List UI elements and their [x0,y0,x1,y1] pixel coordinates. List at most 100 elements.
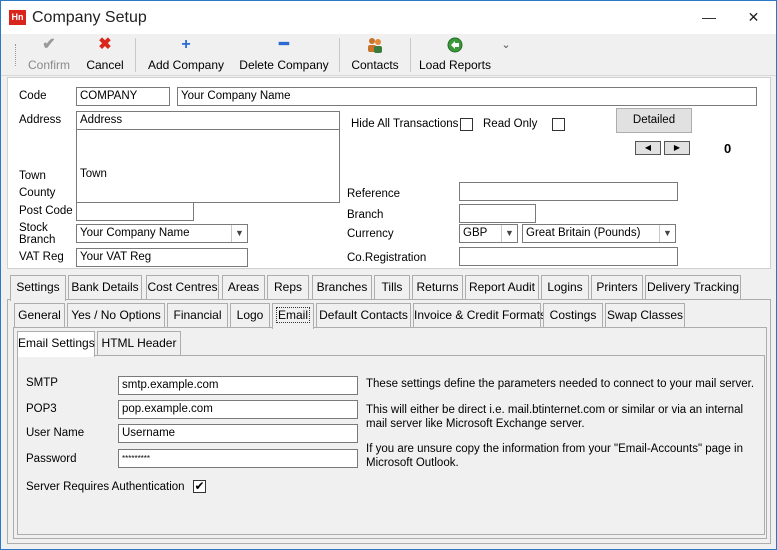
smtp-field[interactable]: smtp.example.com [118,376,358,395]
county-label: County [19,187,56,199]
company-details-form: Code COMPANY Your Company Name Address A… [7,77,771,269]
add-company-button[interactable]: + Add Company [143,36,229,74]
tab-financial[interactable]: Financial [167,303,228,327]
postcode-label: Post Code [19,205,73,217]
tab-cost-centres[interactable]: Cost Centres [146,275,219,299]
company-setup-window: Hn Company Setup — ✕ ✔ Confirm ✖ Cancel … [0,0,777,550]
tab-general[interactable]: General [14,303,65,327]
tab-costings[interactable]: Costings [543,303,603,327]
tab-bank-details[interactable]: Bank Details [68,275,142,299]
chevron-down-icon: ▼ [501,225,517,242]
code-label: Code [19,90,47,102]
minus-icon: ━ [279,36,289,53]
town-field[interactable]: Town [76,166,340,185]
settings-tab-strip: General Yes / No Options Financial Logo … [7,303,767,329]
password-label: Password [26,453,77,465]
vat-reg-label: VAT Reg [19,251,64,263]
reports-icon [415,36,495,54]
main-tab-strip: Settings Bank Details Cost Centres Areas… [7,275,771,301]
pop3-field[interactable]: pop.example.com [118,400,358,419]
address-label: Address [19,114,62,126]
co-registration-field[interactable] [459,247,678,266]
pop3-help-text: This will either be direct i.e. mail.bti… [366,404,744,430]
reference-field[interactable] [459,182,678,201]
address-line-3-field[interactable] [76,148,340,167]
detailed-button[interactable]: Detailed [616,108,692,133]
smtp-label: SMTP [26,377,58,389]
address-line-1-field[interactable]: Address [76,111,340,130]
minimize-button[interactable]: — [688,1,730,33]
tab-tills[interactable]: Tills [374,275,410,299]
stock-branch-select[interactable]: Your Company Name ▼ [76,224,248,243]
email-tab-strip: Email Settings HTML Header [7,331,757,357]
read-only-checkbox[interactable] [552,118,565,131]
load-reports-button[interactable]: Load Reports [415,36,495,74]
username-field[interactable]: Username [118,424,358,443]
branch-field[interactable] [459,204,536,223]
branch-label: Branch [347,209,384,221]
outlook-help-text: If you are unsure copy the information f… [366,443,743,469]
cancel-button[interactable]: ✖ Cancel [83,36,127,74]
next-record-button[interactable]: ▶ [664,141,690,155]
previous-record-button[interactable]: ◀ [635,141,661,155]
username-label: User Name [26,427,85,439]
confirm-button[interactable]: ✔ Confirm [25,36,73,74]
tab-settings[interactable]: Settings [10,275,66,301]
title-bar: Hn Company Setup — ✕ [1,1,776,34]
toolbar-separator [135,38,136,72]
stock-branch-label: Stock Branch [19,222,56,246]
town-label: Town [19,170,46,182]
co-registration-label: Co.Registration [347,252,427,264]
smtp-help-text: These settings define the parameters nee… [366,378,755,390]
close-button[interactable]: ✕ [731,1,776,33]
reference-label: Reference [347,188,401,200]
email-settings-content: SMTP smtp.example.com POP3 pop.example.c… [17,355,765,535]
hide-all-transactions-label: Hide All Transactions [351,118,459,130]
tab-printers[interactable]: Printers [591,275,643,299]
delete-company-button[interactable]: ━ Delete Company [235,36,333,74]
postcode-field[interactable] [76,202,194,221]
contacts-icon [345,36,405,54]
cross-icon: ✖ [98,36,112,53]
tab-email-settings[interactable]: Email Settings [17,331,95,357]
toolbar-grip[interactable] [15,44,17,66]
toolbar-separator [339,38,340,72]
tab-branches[interactable]: Branches [312,275,372,299]
currency-label: Currency [347,228,394,240]
currency-code-select[interactable]: GBP ▼ [459,224,518,243]
tab-default-contacts[interactable]: Default Contacts [316,303,411,327]
currency-name-select[interactable]: Great Britain (Pounds) ▼ [522,224,676,243]
code-field[interactable]: COMPANY [76,87,170,106]
company-name-field[interactable]: Your Company Name [177,87,757,106]
tab-email[interactable]: Email [272,303,314,329]
tab-logins[interactable]: Logins [541,275,589,299]
tab-logo[interactable]: Logo [230,303,270,327]
hide-all-transactions-checkbox[interactable] [460,118,473,131]
toolbar-overflow-chevron-icon[interactable]: ⌄ [499,36,513,74]
address-line-2-field[interactable] [76,130,340,149]
checkmark-icon: ✔ [42,36,56,53]
tab-areas[interactable]: Areas [222,275,265,299]
tab-reps[interactable]: Reps [267,275,309,299]
tab-delivery-tracking[interactable]: Delivery Tracking [645,275,741,299]
server-auth-label: Server Requires Authentication [26,481,185,493]
chevron-down-icon: ▼ [231,225,247,242]
toolbar: ✔ Confirm ✖ Cancel + Add Company ━ Delet… [1,34,776,76]
county-field[interactable] [76,184,340,203]
app-logo-icon: Hn [9,10,26,25]
vat-reg-field[interactable]: Your VAT Reg [76,248,248,267]
window-title: Company Setup [32,9,147,26]
password-field[interactable]: ********* [118,449,358,468]
tab-html-header[interactable]: HTML Header [97,331,181,355]
tab-invoice-credit-formats[interactable]: Invoice & Credit Formats [413,303,546,327]
contacts-button[interactable]: Contacts [345,36,405,74]
pop3-label: POP3 [26,403,57,415]
plus-icon: + [181,36,191,53]
server-auth-checkbox[interactable]: ✔ [193,480,206,493]
tab-report-audit[interactable]: Report Audit [465,275,539,299]
record-counter: 0 [724,141,732,156]
tab-swap-classes[interactable]: Swap Classes [605,303,685,327]
tab-yes-no-options[interactable]: Yes / No Options [67,303,165,327]
read-only-label: Read Only [483,118,538,130]
tab-returns[interactable]: Returns [412,275,463,299]
